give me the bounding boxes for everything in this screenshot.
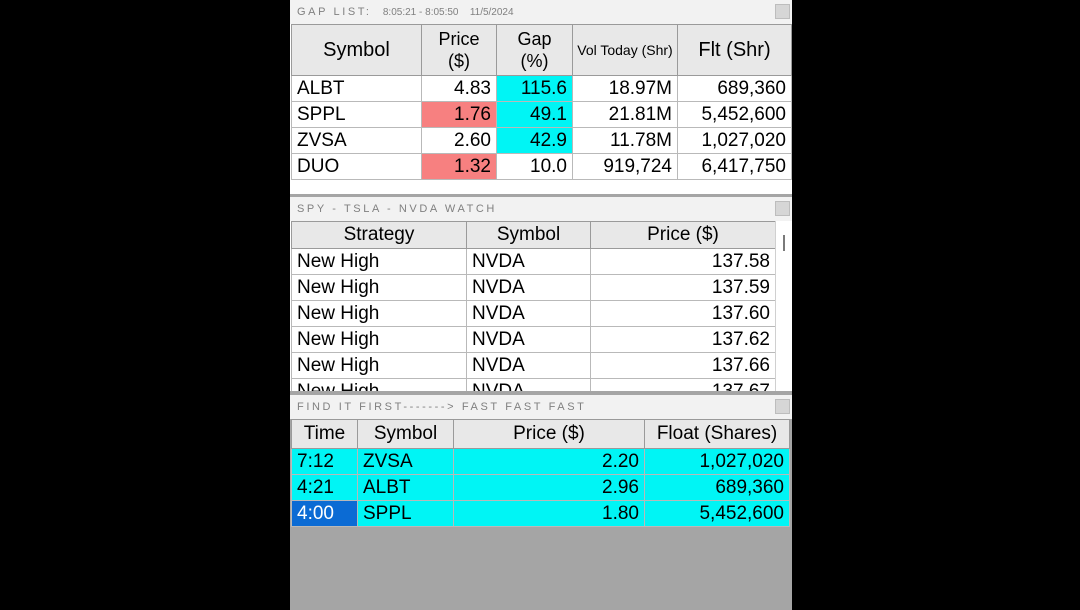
cell-time: 7:12	[291, 448, 358, 475]
gap-list-time-range: 8:05:21 - 8:05:50	[382, 7, 459, 18]
table-row-selected[interactable]: 4:00 SPPL 1.80 5,452,600	[291, 500, 790, 527]
cell-vol: 11.78M	[572, 127, 678, 154]
cell-price: 2.60	[421, 127, 497, 154]
cell-symbol: NVDA	[466, 378, 591, 391]
col-header-time[interactable]: Time	[291, 419, 358, 449]
watch-table: Strategy Symbol Price ($) New High NVDA …	[291, 221, 776, 391]
col-header-symbol[interactable]: Symbol	[466, 221, 591, 249]
gap-list-close-button[interactable]	[775, 4, 790, 19]
watch-header-row: Strategy Symbol Price ($)	[291, 221, 776, 249]
cell-strategy: New High	[291, 352, 467, 379]
gap-list-date: 11/5/2024	[469, 7, 514, 18]
cell-strategy: New High	[291, 248, 467, 275]
col-header-price[interactable]: Price ($)	[590, 221, 776, 249]
cell-price: 2.96	[453, 474, 645, 501]
cell-float: 689,360	[677, 75, 792, 102]
table-row[interactable]: New High NVDA 137.58	[291, 248, 776, 275]
cell-symbol: NVDA	[466, 326, 591, 353]
cell-strategy: New High	[291, 274, 467, 301]
table-row[interactable]: DUO 1.32 10.0 919,724 6,417,750	[291, 153, 792, 180]
cell-price: 2.20	[453, 448, 645, 475]
find-close-button[interactable]	[775, 399, 790, 414]
cell-vol: 21.81M	[572, 101, 678, 128]
cell-symbol: SPPL	[291, 101, 422, 128]
col-header-strategy[interactable]: Strategy	[291, 221, 467, 249]
cell-time-selected: 4:00	[291, 500, 358, 527]
cell-vol: 919,724	[572, 153, 678, 180]
col-header-gap[interactable]: Gap (%)	[496, 24, 573, 76]
cell-gap: 115.6	[496, 75, 573, 102]
cell-price: 1.32	[421, 153, 497, 180]
cell-strategy: New High	[291, 378, 467, 391]
cell-float: 1,027,020	[677, 127, 792, 154]
find-table: Time Symbol Price ($) Float (Shares) 7:1…	[291, 419, 790, 527]
cell-price: 137.59	[590, 274, 776, 301]
table-row[interactable]: ALBT 4.83 115.6 18.97M 689,360	[291, 75, 792, 102]
cell-symbol: ALBT	[357, 474, 454, 501]
table-row[interactable]: New High NVDA 137.62	[291, 326, 776, 353]
cell-price: 137.58	[590, 248, 776, 275]
cell-symbol: NVDA	[466, 274, 591, 301]
watch-titlebar[interactable]: SPY - TSLA - NVDA WATCH	[290, 197, 792, 221]
cell-price: 137.66	[590, 352, 776, 379]
watch-title: SPY - TSLA - NVDA WATCH	[297, 203, 497, 215]
cell-vol: 18.97M	[572, 75, 678, 102]
table-row[interactable]: SPPL 1.76 49.1 21.81M 5,452,600	[291, 101, 792, 128]
col-header-float[interactable]: Flt (Shr)	[677, 24, 792, 76]
find-title: FIND IT FIRST-------> FAST FAST FAST	[297, 401, 587, 413]
table-row[interactable]: New High NVDA 137.59	[291, 274, 776, 301]
gap-list-title: GAP LIST:	[297, 6, 372, 18]
cell-symbol: ALBT	[291, 75, 422, 102]
col-header-symbol[interactable]: Symbol	[357, 419, 454, 449]
cell-float: 1,027,020	[644, 448, 790, 475]
cell-symbol: NVDA	[466, 300, 591, 327]
cell-time: 4:21	[291, 474, 358, 501]
watch-scrollbar[interactable]	[775, 221, 792, 391]
table-row[interactable]: New High NVDA 137.60	[291, 300, 776, 327]
watch-scrollbar-thumb[interactable]	[783, 235, 785, 251]
table-row[interactable]: New High NVDA 137.67	[291, 378, 776, 391]
cell-symbol: NVDA	[466, 248, 591, 275]
cell-price: 4.83	[421, 75, 497, 102]
col-header-price[interactable]: Price ($)	[421, 24, 497, 76]
find-header-row: Time Symbol Price ($) Float (Shares)	[291, 419, 790, 449]
gap-list-window: GAP LIST: 8:05:21 - 8:05:50 11/5/2024 Sy…	[290, 0, 792, 194]
trading-app: GAP LIST: 8:05:21 - 8:05:50 11/5/2024 Sy…	[290, 0, 792, 610]
cell-float: 689,360	[644, 474, 790, 501]
col-header-vol-today[interactable]: Vol Today (Shr)	[572, 24, 678, 76]
cell-price: 137.67	[590, 378, 776, 391]
cell-price: 1.80	[453, 500, 645, 527]
watch-window: SPY - TSLA - NVDA WATCH Strategy Symbol …	[290, 197, 792, 391]
table-row[interactable]: ZVSA 2.60 42.9 11.78M 1,027,020	[291, 127, 792, 154]
col-header-price[interactable]: Price ($)	[453, 419, 645, 449]
table-row[interactable]: 7:12 ZVSA 2.20 1,027,020	[291, 448, 790, 475]
cell-symbol: DUO	[291, 153, 422, 180]
gap-list-titlebar[interactable]: GAP LIST: 8:05:21 - 8:05:50 11/5/2024	[290, 0, 792, 24]
col-header-float[interactable]: Float (Shares)	[644, 419, 790, 449]
watch-close-button[interactable]	[775, 201, 790, 216]
find-titlebar[interactable]: FIND IT FIRST-------> FAST FAST FAST	[290, 395, 792, 419]
cell-symbol: NVDA	[466, 352, 591, 379]
cell-float: 5,452,600	[644, 500, 790, 527]
cell-symbol: ZVSA	[291, 127, 422, 154]
cell-gap: 42.9	[496, 127, 573, 154]
cell-gap: 10.0	[496, 153, 573, 180]
cell-float: 5,452,600	[677, 101, 792, 128]
gap-list-header-row: Symbol Price ($) Gap (%) Vol Today (Shr) F…	[291, 24, 792, 76]
cell-float: 6,417,750	[677, 153, 792, 180]
gap-list-table: Symbol Price ($) Gap (%) Vol Today (Shr) F…	[291, 24, 792, 180]
table-row[interactable]: New High NVDA 137.66	[291, 352, 776, 379]
col-header-symbol[interactable]: Symbol	[291, 24, 422, 76]
cell-gap: 49.1	[496, 101, 573, 128]
cell-price: 137.62	[590, 326, 776, 353]
cell-price: 1.76	[421, 101, 497, 128]
cell-symbol: SPPL	[357, 500, 454, 527]
table-row[interactable]: 4:21 ALBT 2.96 689,360	[291, 474, 790, 501]
cell-symbol: ZVSA	[357, 448, 454, 475]
find-window: FIND IT FIRST-------> FAST FAST FAST Tim…	[290, 395, 792, 610]
cell-strategy: New High	[291, 326, 467, 353]
cell-price: 137.60	[590, 300, 776, 327]
cell-strategy: New High	[291, 300, 467, 327]
